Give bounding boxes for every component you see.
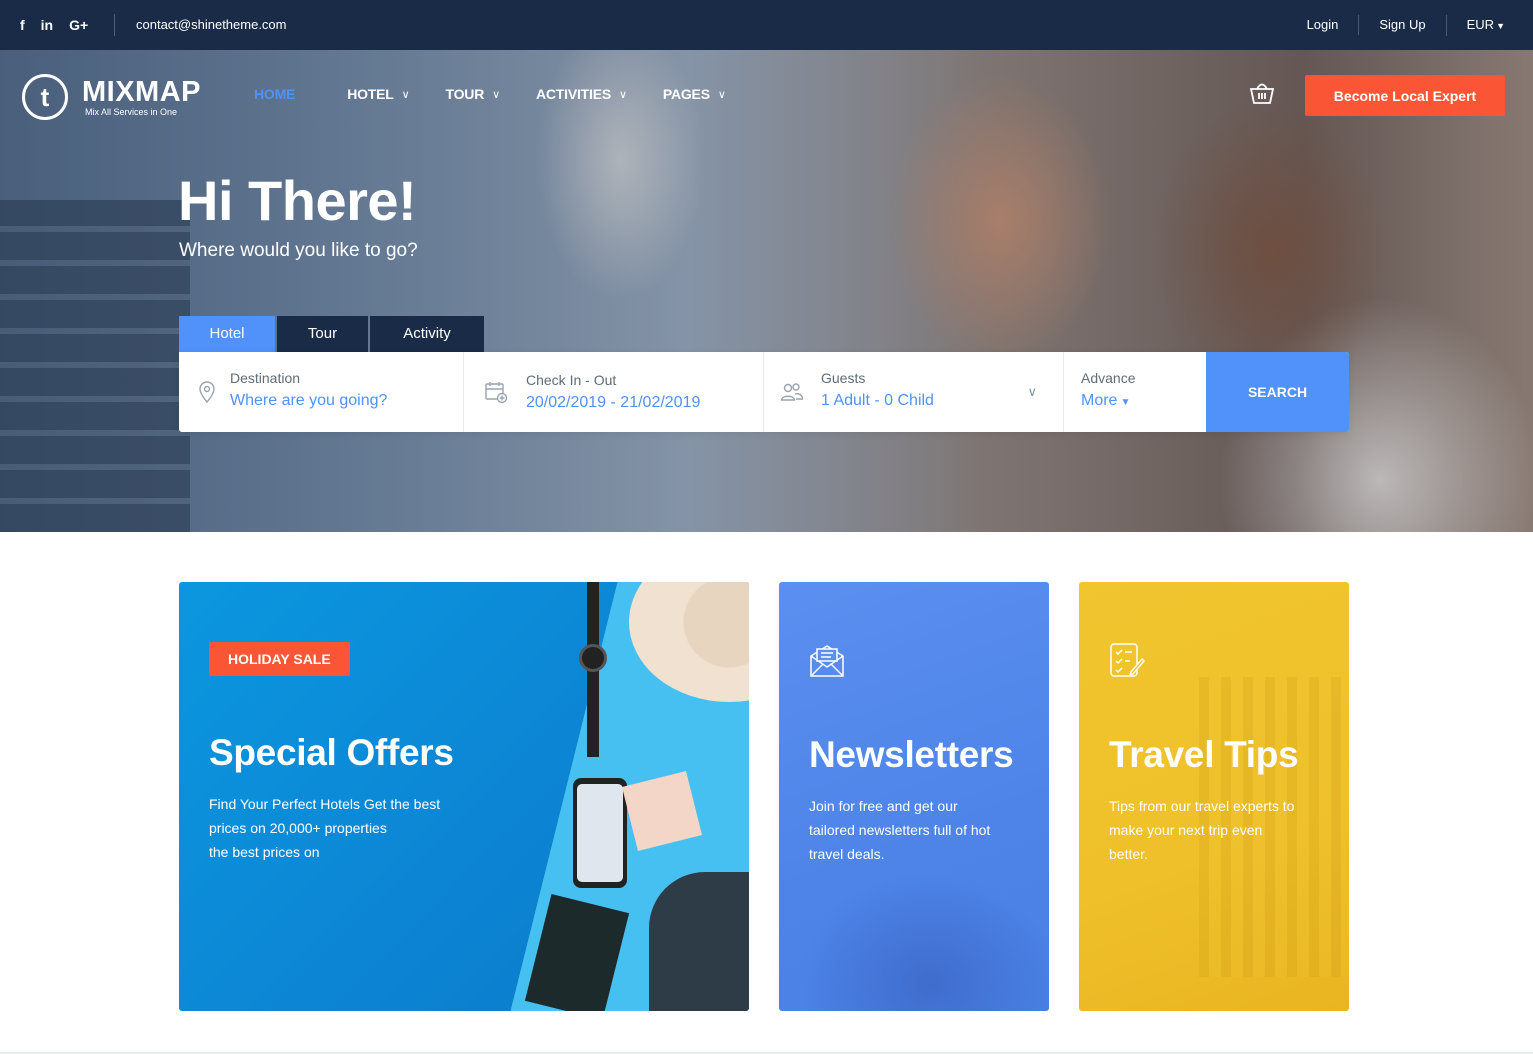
users-icon (780, 383, 804, 401)
map-pin-icon (199, 381, 215, 404)
watch-photo (579, 644, 607, 672)
search-tabs: Hotel Tour Activity (179, 316, 486, 352)
nav-label: TOUR (445, 86, 485, 102)
tab-hotel[interactable]: Hotel (179, 316, 275, 352)
destination-field[interactable]: Destination Where are you going? (179, 352, 464, 432)
chevron-down-icon: ▼ (1496, 20, 1505, 31)
travel-tips-description: Tips from our travel experts to make you… (1109, 794, 1329, 866)
nav-item-pages[interactable]: PAGES ∨ (663, 86, 726, 102)
linkedin-icon[interactable]: in (41, 17, 53, 33)
topbar-account-links: Login Sign Up EUR ▼ (1287, 0, 1505, 50)
guests-input[interactable]: 1 Adult - 0 Child (821, 392, 934, 410)
logo-brand: MIXMAP (82, 76, 201, 108)
desc-line: the best prices on (209, 844, 320, 860)
social-links: f in G+ (20, 0, 88, 50)
nav-item-activities[interactable]: ACTIVITIES ∨ (536, 86, 627, 102)
hero-subtitle: Where would you like to go? (179, 240, 418, 261)
guests-label: Guests (821, 370, 866, 386)
checkin-field[interactable]: Check In - Out 20/02/2019 - 21/02/2019 (464, 352, 764, 432)
nav-item-tour[interactable]: TOUR ∨ (445, 86, 501, 102)
contact-email[interactable]: contact@shinetheme.com (136, 0, 287, 50)
top-bar: f in G+ contact@shinetheme.com Login Sig… (0, 0, 1533, 50)
nav-item-hotel[interactable]: HOTEL ∨ (347, 86, 410, 102)
desc-line: Find Your Perfect Hotels Get the best (209, 796, 441, 812)
newsletters-description: Join for free and get our tailored newsl… (809, 794, 1029, 866)
site-logo[interactable]: t MIXMAP Mix All Services in One (22, 74, 201, 120)
envelope-icon (810, 645, 844, 677)
currency-select[interactable]: EUR ▼ (1445, 14, 1505, 36)
desc-line: make your next trip even (1109, 822, 1263, 838)
shoe-photo (649, 872, 749, 1011)
desc-line: tailored newsletters full of hot (809, 822, 991, 838)
card-photo-background (779, 842, 1049, 1011)
chevron-down-icon: ∨ (401, 88, 410, 101)
search-form: Destination Where are you going? Check I… (179, 352, 1349, 432)
nav-label: PAGES (662, 86, 710, 102)
nav-item-home[interactable]: HOME (254, 86, 295, 102)
tab-activity[interactable]: Activity (370, 316, 484, 352)
desc-line: prices on 20,000+ properties (209, 820, 387, 836)
chevron-down-icon: ∨ (717, 88, 726, 101)
phone-screen (577, 784, 623, 882)
calendar-plus-icon (485, 382, 508, 404)
become-local-expert-button[interactable]: Become Local Expert (1305, 75, 1505, 116)
login-link[interactable]: Login (1287, 15, 1359, 35)
logo-mark: t (22, 74, 68, 120)
search-button[interactable]: SEARCH (1206, 352, 1349, 432)
desc-line: better. (1109, 846, 1148, 862)
google-plus-icon[interactable]: G+ (69, 17, 88, 33)
facebook-icon[interactable]: f (20, 17, 25, 33)
caret-down-icon: ▼ (1120, 397, 1131, 408)
phone-photo (573, 778, 627, 888)
checklist-icon (1110, 643, 1145, 677)
currency-label: EUR (1466, 16, 1495, 32)
hero-title: Hi There! (178, 169, 417, 232)
signup-link[interactable]: Sign Up (1358, 15, 1445, 35)
guests-field[interactable]: Guests 1 Adult - 0 Child ∨ (764, 352, 1064, 432)
travel-tips-title: Travel Tips (1109, 734, 1299, 775)
nav-label: HOME (254, 86, 296, 102)
desc-line: travel deals. (809, 846, 885, 862)
special-offers-title: Special Offers (209, 732, 454, 773)
basket-icon[interactable] (1248, 78, 1276, 106)
destination-input[interactable]: Where are you going? (230, 392, 387, 410)
tab-tour[interactable]: Tour (277, 316, 368, 352)
hero-overlay (0, 50, 1533, 532)
destination-label: Destination (230, 370, 301, 386)
desc-line: Tips from our travel experts to (1109, 798, 1295, 814)
hero-banner: t MIXMAP Mix All Services in One HOME HO… (0, 50, 1533, 532)
special-offers-description: Find Your Perfect Hotels Get the best pr… (209, 792, 489, 864)
logo-tagline: Mix All Services in One (85, 107, 178, 117)
newsletters-card[interactable]: Newsletters Join for free and get our ta… (779, 582, 1049, 1011)
advance-more-label: More (1081, 392, 1118, 409)
checkin-input[interactable]: 20/02/2019 - 21/02/2019 (526, 394, 700, 412)
checkin-label: Check In - Out (526, 372, 617, 388)
chevron-down-icon: ∨ (619, 88, 627, 101)
chevron-down-icon: ∨ (492, 88, 500, 101)
chevron-down-icon: ∨ (1027, 384, 1037, 399)
advance-field[interactable]: Advance More ▼ (1064, 352, 1206, 432)
advance-more-toggle[interactable]: More ▼ (1081, 392, 1130, 410)
topbar-divider (114, 14, 115, 36)
nav-label: HOTEL (347, 86, 394, 102)
desc-line: Join for free and get our (809, 798, 958, 814)
special-offers-card[interactable]: HOLIDAY SALE Special Offers Find Your Pe… (179, 582, 749, 1011)
main-nav: HOME HOTEL ∨ TOUR ∨ ACTIVITIES ∨ PAGES ∨ (254, 86, 762, 102)
advance-label: Advance (1081, 370, 1136, 386)
holiday-sale-badge: HOLIDAY SALE (209, 642, 350, 676)
newsletters-title: Newsletters (809, 734, 1014, 775)
travel-tips-card[interactable]: Travel Tips Tips from our travel experts… (1079, 582, 1349, 1011)
nav-label: ACTIVITIES (535, 86, 611, 102)
